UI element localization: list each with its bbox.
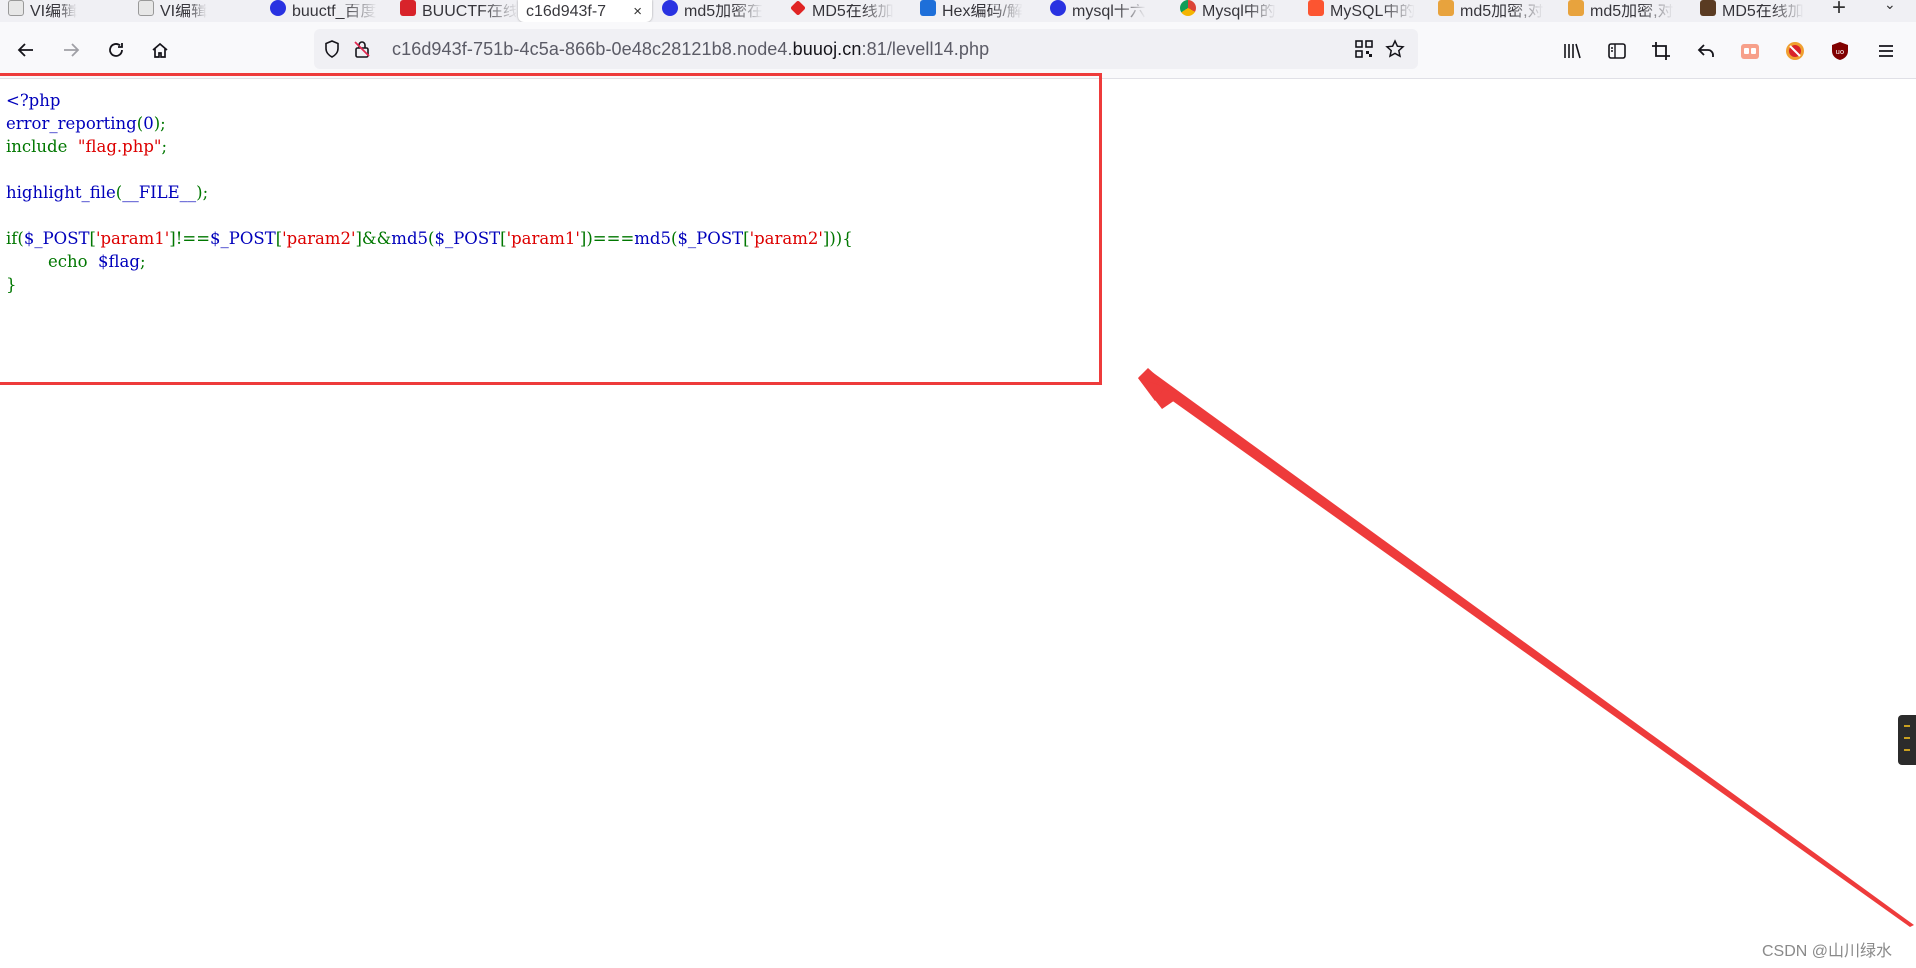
tab-title: BUUCTF在线 [422,3,516,20]
forward-button[interactable] [55,34,87,66]
home-button[interactable] [144,34,176,66]
extension-adblock-icon[interactable] [1784,40,1806,62]
tab-active-c16d943f[interactable]: c16d943f-7 × [518,0,652,22]
list-all-tabs-button[interactable]: ⌄ [1884,0,1896,13]
cnblogs-icon [1438,0,1454,16]
vi-logo-icon [8,0,24,16]
reload-icon [109,43,123,57]
tab-mysql-csdn[interactable]: MySQL中的 [1300,0,1424,22]
tab-title: md5加密,对 [1460,3,1544,20]
tab-md5-online-2[interactable]: MD5在线加 [1692,0,1816,22]
tab-title: Mysql中的 [1202,3,1276,20]
tab-title: MySQL中的 [1330,3,1416,20]
tab-strip: VI编辑 VI编辑 buuctf_百度 BUUCTF在线 c16d943f-7 … [0,0,1916,22]
url-bar[interactable]: c16d943f-751b-4c5a-866b-0e48c28121b8.nod… [314,29,1418,69]
baidu-paw-icon [662,0,678,16]
tab-title: mysql十六 [1072,3,1146,20]
tab-mysql-hex[interactable]: mysql十六 [1042,0,1166,22]
url-domain: buuoj.cn [792,39,862,59]
tracking-shield-icon[interactable] [322,39,342,59]
ublock-origin-icon[interactable]: uo [1829,40,1851,62]
home-icon [152,42,168,58]
url-text[interactable]: c16d943f-751b-4c5a-866b-0e48c28121b8.nod… [392,39,989,60]
tab-title: buuctf_百度 [292,3,377,20]
back-button[interactable] [10,34,42,66]
heart-icon [790,0,806,16]
avatar-icon [1700,0,1716,16]
tab-title: c16d943f-7 [526,3,607,20]
csdn-icon [1308,0,1324,16]
chrome-like-icon [1180,0,1196,16]
csdn-watermark: CSDN @山川绿水 [1762,943,1893,960]
sidebar-icon[interactable] [1606,40,1628,62]
screenshot-crop-icon[interactable] [1650,40,1672,62]
reload-button[interactable] [100,34,132,66]
forward-arrow-icon [64,43,80,57]
url-suffix: :81/levell14.php [861,39,990,59]
bookmark-star-icon[interactable] [1385,39,1405,59]
baidu-paw-icon [1050,0,1066,16]
tab-md5-online-1[interactable]: MD5在线加 [782,0,906,22]
navigation-toolbar: c16d943f-751b-4c5a-866b-0e48c28121b8.nod… [0,22,1916,79]
back-arrow-icon [17,43,33,57]
library-icon[interactable] [1561,40,1583,62]
side-scroll-handle[interactable] [1898,715,1916,765]
tab-vi-1[interactable]: VI编辑 [0,0,124,22]
buuctf-icon [400,0,416,16]
cnblogs-icon [1568,0,1584,16]
new-tab-button[interactable]: + [1832,0,1846,22]
tab-title: VI编辑 [160,3,208,20]
tab-title: md5加密,对 [1590,3,1674,20]
baidu-paw-icon [270,0,286,16]
insecure-lock-icon[interactable] [352,39,372,59]
tab-title: VI编辑 [30,3,78,20]
hex-icon [920,0,936,16]
tab-vi-2[interactable]: VI编辑 [130,0,254,22]
vi-logo-icon [138,0,154,16]
tab-md5-cnblogs-1[interactable]: md5加密,对 [1430,0,1554,22]
svg-text:uo: uo [1836,48,1845,56]
url-prefix: c16d943f-751b-4c5a-866b-0e48c28121b8.nod… [392,39,793,59]
tab-title: Hex编码/解 [942,3,1023,20]
tab-md5-cnblogs-2[interactable]: md5加密,对 [1560,0,1684,22]
tab-mysql-zh[interactable]: Mysql中的 [1172,0,1296,22]
qr-code-icon[interactable] [1354,39,1374,59]
extension-translate-icon[interactable] [1739,40,1761,62]
tab-title: MD5在线加 [1722,3,1804,20]
tab-title: md5加密在 [684,3,764,20]
tab-buuctf-online[interactable]: BUUCTF在线 [392,0,516,22]
tab-md5-encrypt[interactable]: md5加密在 [654,0,778,22]
tab-buuctf-baidu[interactable]: buuctf_百度 [262,0,386,22]
tab-hex-encode[interactable]: Hex编码/解 [912,0,1036,22]
close-tab-icon[interactable]: × [633,3,642,20]
undo-share-icon[interactable] [1695,40,1717,62]
annotation-arrow-icon [1138,368,1914,927]
hamburger-menu-icon[interactable] [1875,40,1897,62]
page-content: <?php error_reporting(0); include "flag.… [0,73,1916,968]
tab-title: MD5在线加 [812,3,894,20]
